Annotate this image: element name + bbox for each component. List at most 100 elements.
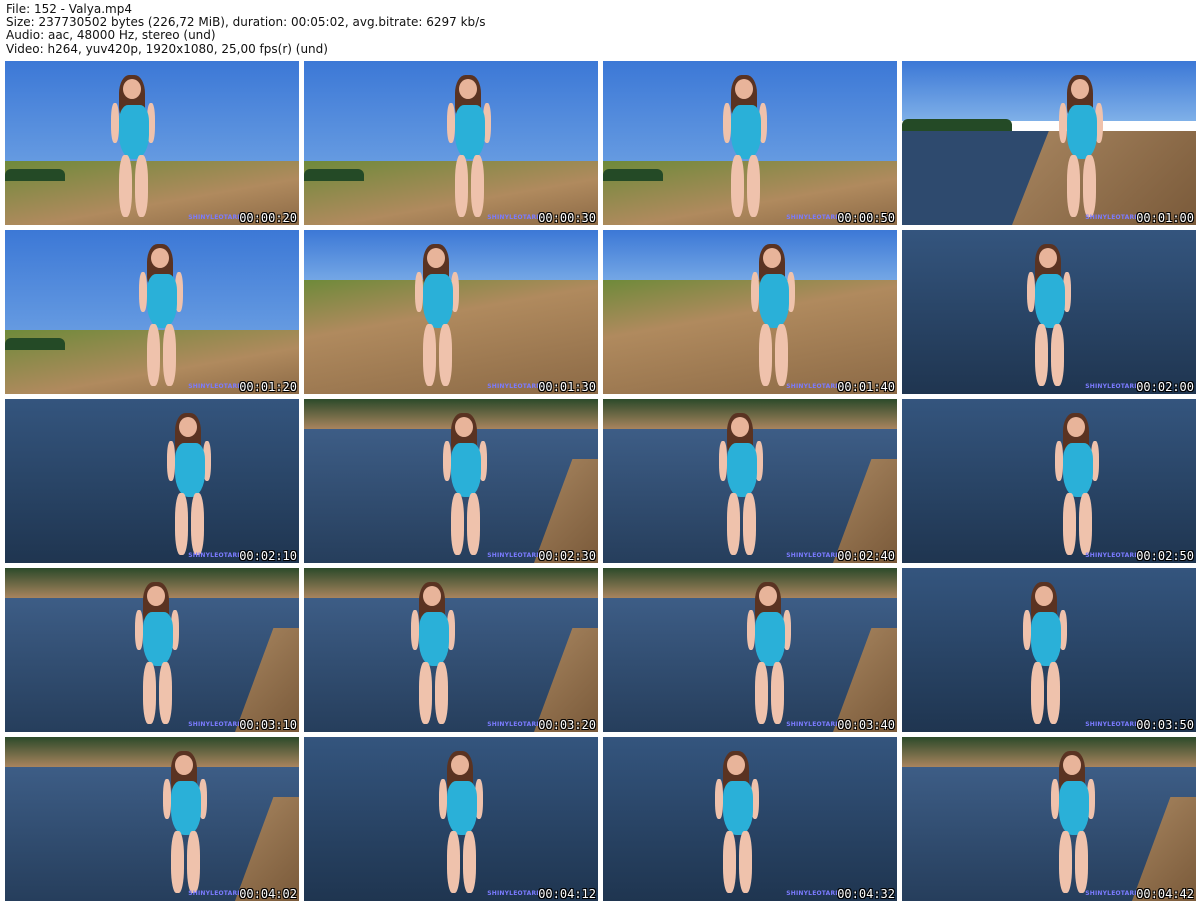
- tree-line: [5, 169, 65, 181]
- water-surface: [5, 399, 299, 563]
- thumbnail-grid: SHINYLEOTARDS 00:00:20 SHINYLEOTARDS 00:00:…: [5, 61, 1196, 901]
- video-thumbnail: SHINYLEOTARDS 00:03:20: [304, 568, 598, 732]
- timestamp-label: 00:01:00: [1136, 211, 1194, 225]
- person-figure: [133, 244, 193, 394]
- person-figure: [437, 413, 497, 563]
- person-figure: [1045, 751, 1105, 901]
- tree-line: [5, 338, 65, 350]
- swimsuit: [1031, 612, 1061, 666]
- left-leg: [1035, 324, 1048, 386]
- swimsuit: [455, 105, 485, 159]
- left-arm: [719, 441, 727, 481]
- person-figure: [441, 75, 501, 225]
- left-arm: [439, 779, 447, 819]
- left-arm: [1023, 610, 1031, 650]
- left-arm: [715, 779, 723, 819]
- left-leg: [1059, 831, 1072, 893]
- video-thumbnail: SHINYLEOTARDS 00:01:30: [304, 230, 598, 394]
- timestamp-label: 00:04:32: [837, 887, 895, 901]
- video-thumbnail: SHINYLEOTARDS 00:02:50: [902, 399, 1196, 563]
- left-leg: [727, 493, 740, 555]
- timestamp-label: 00:03:10: [239, 718, 297, 732]
- video-thumbnail: SHINYLEOTARDS 00:02:10: [5, 399, 299, 563]
- head: [763, 248, 781, 268]
- left-leg: [1031, 662, 1044, 724]
- left-arm: [447, 103, 455, 143]
- right-leg: [1079, 493, 1092, 555]
- swimsuit: [419, 612, 449, 666]
- swimsuit: [759, 274, 789, 328]
- person-figure: [129, 582, 189, 732]
- left-arm: [723, 103, 731, 143]
- video-thumbnail: SHINYLEOTARDS 00:04:02: [5, 737, 299, 901]
- head: [175, 755, 193, 775]
- head: [459, 79, 477, 99]
- right-leg: [1075, 831, 1088, 893]
- left-arm: [415, 272, 423, 312]
- swimsuit: [1063, 443, 1093, 497]
- left-leg: [143, 662, 156, 724]
- left-leg: [447, 831, 460, 893]
- left-leg: [723, 831, 736, 893]
- swimsuit: [723, 781, 753, 835]
- right-leg: [159, 662, 172, 724]
- right-leg: [747, 155, 760, 217]
- tree-line: [603, 169, 663, 181]
- swimsuit: [451, 443, 481, 497]
- head: [1035, 586, 1053, 606]
- person-figure: [161, 413, 221, 563]
- swimsuit: [727, 443, 757, 497]
- video-thumbnail: SHINYLEOTARDS 00:00:30: [304, 61, 598, 225]
- audio-line: Audio: aac, 48000 Hz, stereo (und): [6, 28, 216, 43]
- left-arm: [135, 610, 143, 650]
- left-leg: [419, 662, 432, 724]
- video-thumbnail: SHINYLEOTARDS 00:03:10: [5, 568, 299, 732]
- head: [451, 755, 469, 775]
- video-thumbnail: SHINYLEOTARDS 00:04:32: [603, 737, 897, 901]
- left-leg: [1063, 493, 1076, 555]
- right-leg: [463, 831, 476, 893]
- person-figure: [157, 751, 217, 901]
- left-leg: [451, 493, 464, 555]
- swimsuit: [171, 781, 201, 835]
- left-arm: [747, 610, 755, 650]
- timestamp-label: 00:03:50: [1136, 718, 1194, 732]
- head: [1063, 755, 1081, 775]
- timestamp-label: 00:01:30: [538, 380, 596, 394]
- video-thumbnail: SHINYLEOTARDS 00:04:12: [304, 737, 598, 901]
- person-figure: [717, 75, 777, 225]
- video-thumbnail: SHINYLEOTARDS 00:01:20: [5, 230, 299, 394]
- person-figure: [409, 244, 469, 394]
- far-shore: [5, 737, 299, 767]
- right-leg: [163, 324, 176, 386]
- right-leg: [439, 324, 452, 386]
- video-thumbnail: SHINYLEOTARDS 00:02:40: [603, 399, 897, 563]
- timestamp-label: 00:02:10: [239, 549, 297, 563]
- swimsuit: [143, 612, 173, 666]
- timestamp-label: 00:01:40: [837, 380, 895, 394]
- person-figure: [1021, 244, 1081, 394]
- video-thumbnail: SHINYLEOTARDS 00:01:00: [902, 61, 1196, 225]
- person-figure: [433, 751, 493, 901]
- swimsuit: [447, 781, 477, 835]
- person-figure: [1017, 582, 1077, 732]
- timestamp-label: 00:02:40: [837, 549, 895, 563]
- left-leg: [1067, 155, 1080, 217]
- left-arm: [111, 103, 119, 143]
- swimsuit: [119, 105, 149, 159]
- head: [427, 248, 445, 268]
- swimsuit: [423, 274, 453, 328]
- swimsuit: [755, 612, 785, 666]
- video-thumbnail: SHINYLEOTARDS 00:02:30: [304, 399, 598, 563]
- left-arm: [751, 272, 759, 312]
- video-thumbnail: SHINYLEOTARDS 00:04:42: [902, 737, 1196, 901]
- right-leg: [771, 662, 784, 724]
- video-thumbnail: SHINYLEOTARDS 00:02:00: [902, 230, 1196, 394]
- head: [455, 417, 473, 437]
- right-leg: [471, 155, 484, 217]
- tree-line: [902, 119, 1012, 131]
- left-leg: [731, 155, 744, 217]
- swimsuit: [1067, 105, 1097, 159]
- left-leg: [175, 493, 188, 555]
- head: [423, 586, 441, 606]
